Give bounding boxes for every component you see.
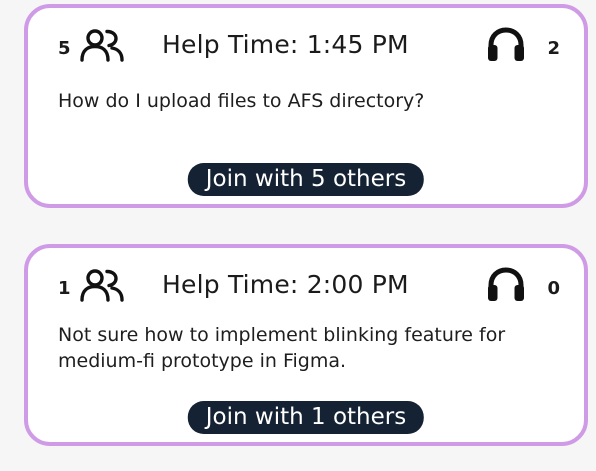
help-request-card: 5 Help Time: 1:45 PM 2 How do I upload f…	[24, 4, 588, 208]
people-icon	[80, 269, 124, 302]
join-button[interactable]: Join with 1 others	[187, 401, 425, 434]
helper-count: 0	[547, 278, 560, 299]
card-header: 5 Help Time: 1:45 PM 2	[54, 26, 562, 70]
participant-count: 5	[58, 38, 71, 59]
card-header: 1 Help Time: 2:00 PM 0	[54, 266, 562, 310]
help-request-card: 1 Help Time: 2:00 PM 0 Not sure how to i…	[24, 244, 588, 446]
helper-count: 2	[547, 38, 560, 59]
join-button[interactable]: Join with 5 others	[187, 163, 425, 196]
headset-icon	[488, 27, 524, 61]
question-text: Not sure how to implement blinking featu…	[58, 324, 506, 372]
headset-icon	[488, 267, 524, 301]
participant-count: 1	[58, 278, 71, 299]
help-time: Help Time: 1:45 PM	[162, 30, 409, 59]
help-time: Help Time: 2:00 PM	[162, 270, 409, 299]
question-text: How do I upload files to AFS directory?	[58, 90, 425, 112]
people-icon	[80, 29, 124, 62]
